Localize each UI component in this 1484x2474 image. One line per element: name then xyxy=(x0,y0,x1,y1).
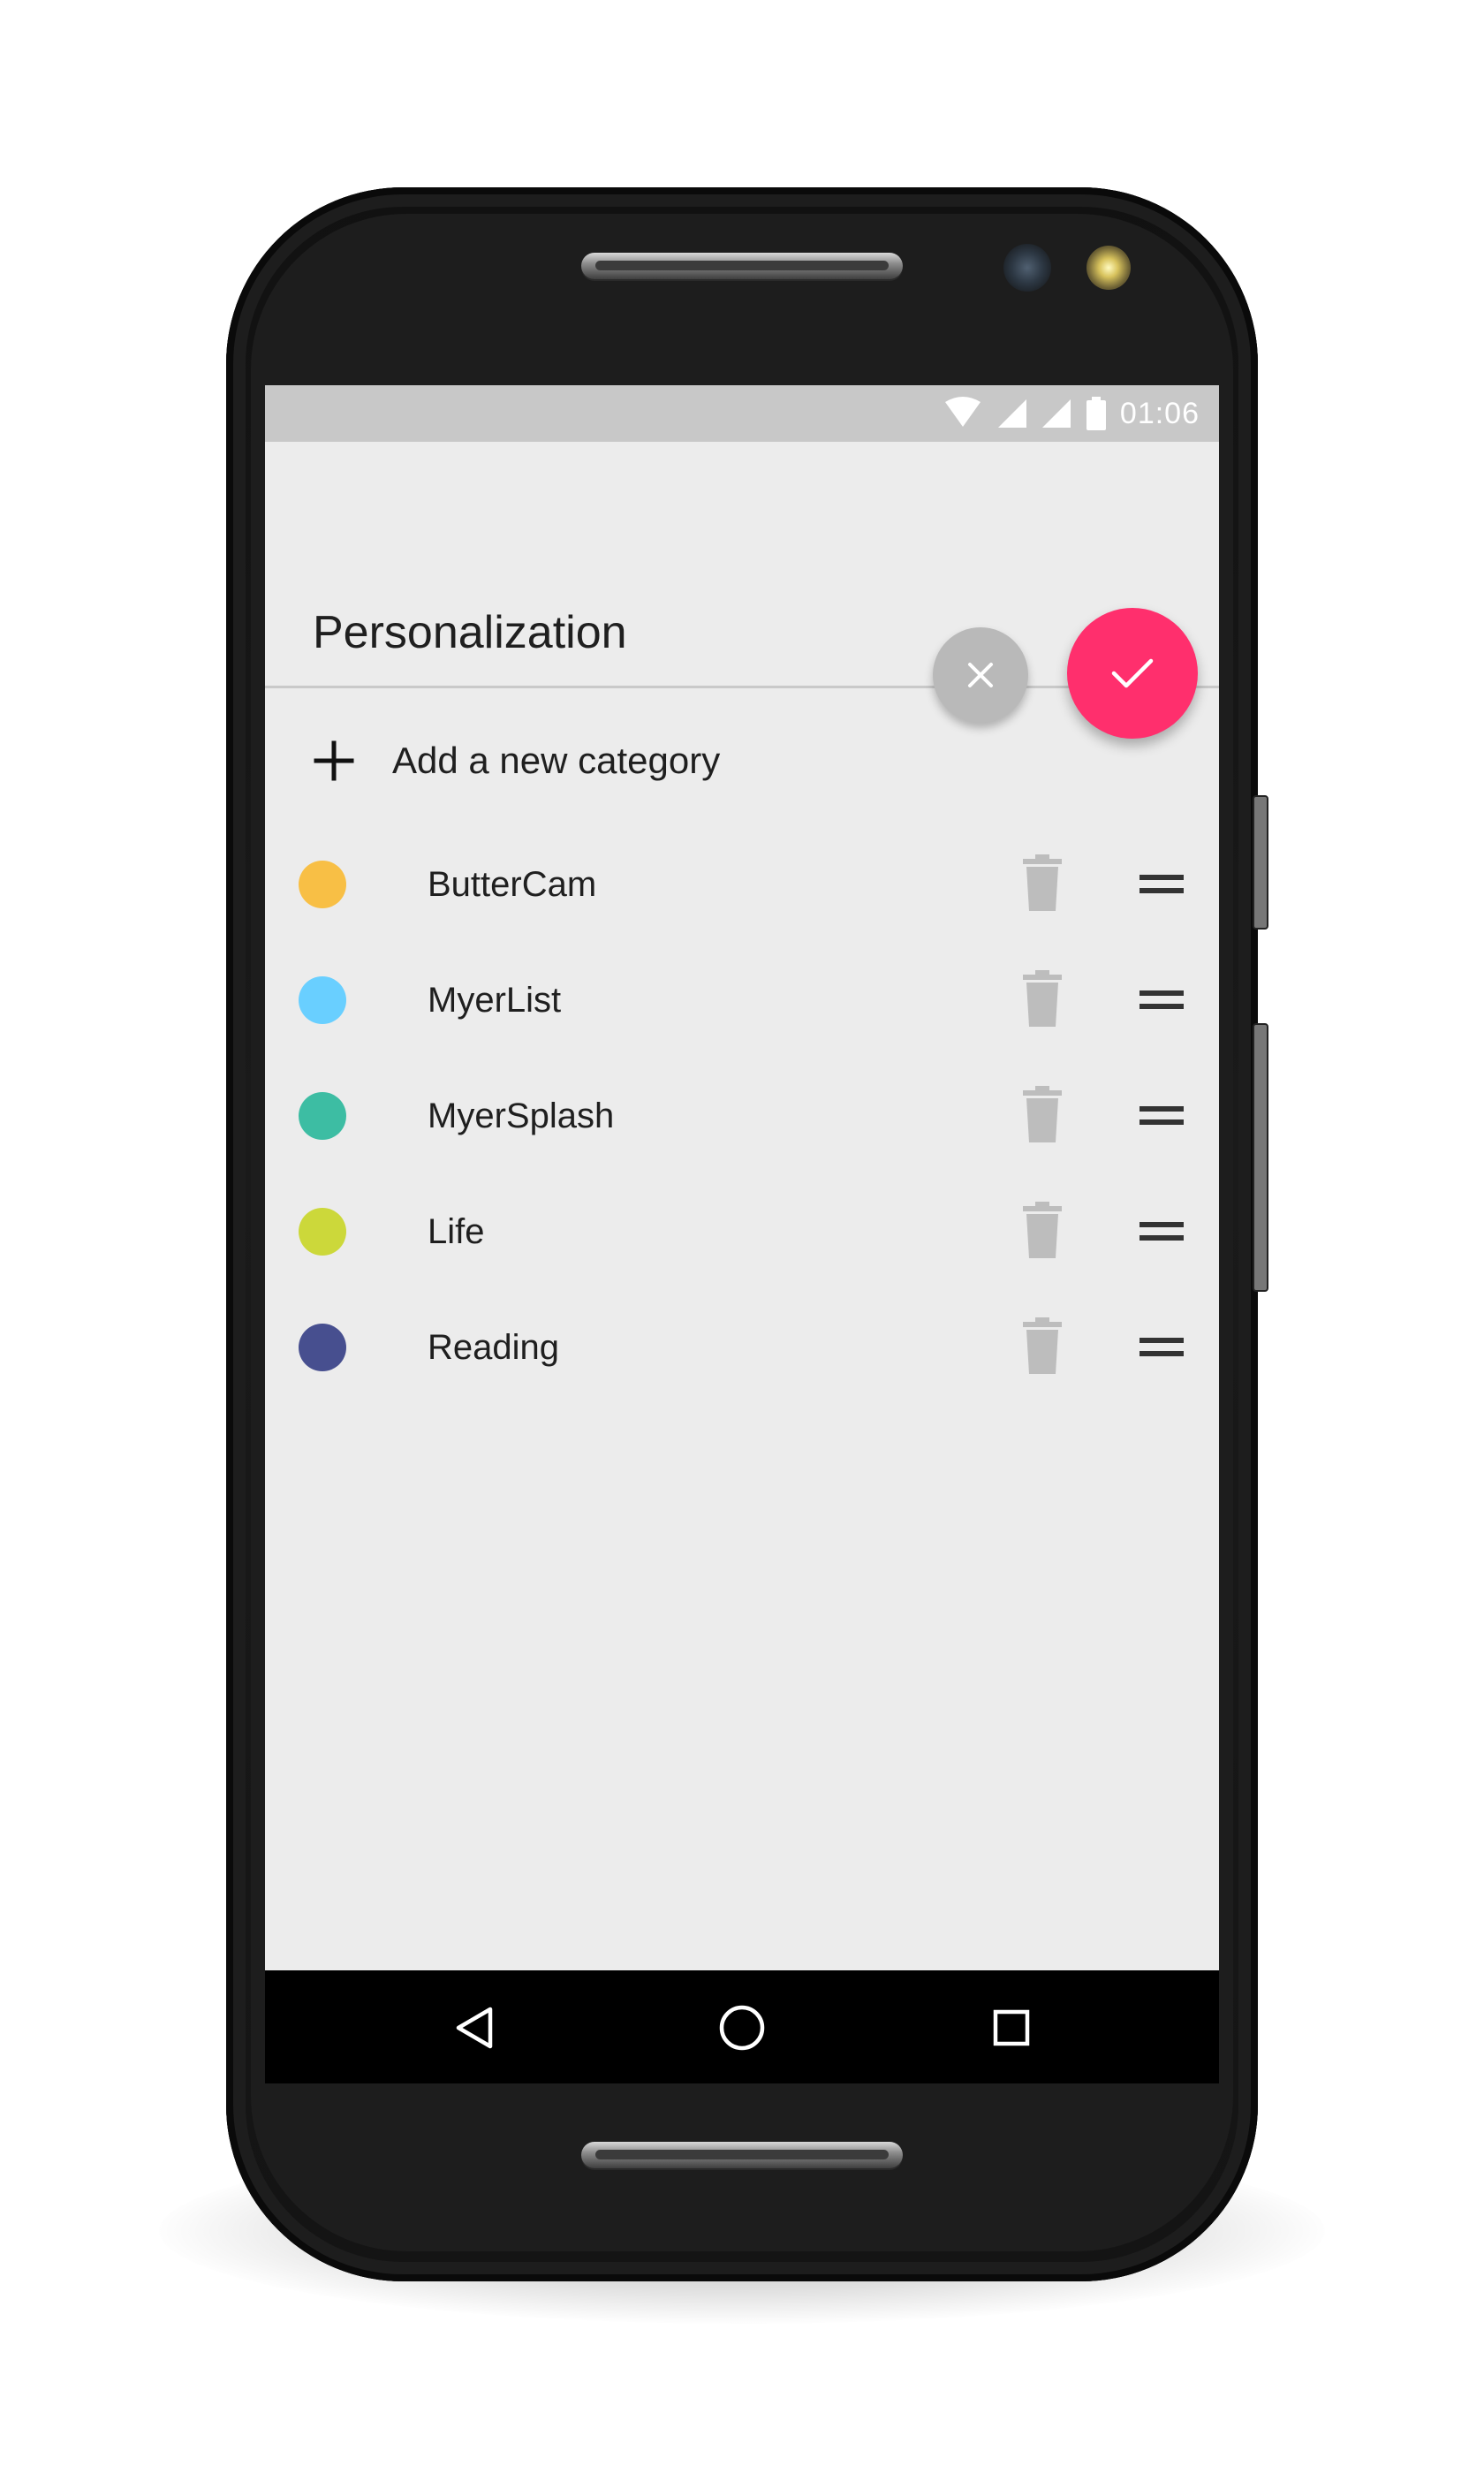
category-color-dot xyxy=(299,1092,346,1140)
status-icons: 01:06 xyxy=(942,392,1200,435)
top-speaker-grille xyxy=(595,261,889,270)
category-row[interactable]: MyerList xyxy=(265,943,1219,1059)
drag-handle-icon xyxy=(1140,990,1184,1009)
recents-icon xyxy=(993,2009,1030,2046)
volume-button xyxy=(1253,795,1268,930)
navigation-bar xyxy=(265,1970,1219,2083)
signal-icon xyxy=(997,399,1026,428)
bottom-speaker-grille xyxy=(595,2150,889,2159)
category-row[interactable]: Reading xyxy=(265,1290,1219,1406)
category-label: MyerSplash xyxy=(428,1097,615,1135)
status-time: 01:06 xyxy=(1119,397,1200,430)
confirm-button[interactable] xyxy=(1067,608,1198,739)
back-icon xyxy=(456,2007,493,2049)
delete-category-button[interactable] xyxy=(1019,1316,1065,1376)
close-icon xyxy=(968,663,993,687)
category-label: ButterCam xyxy=(428,865,597,904)
home-icon xyxy=(719,2005,765,2051)
category-color-dot xyxy=(299,1208,346,1256)
page-title: Personalization xyxy=(313,607,627,658)
category-color-dot xyxy=(299,1324,346,1371)
status-bar: 01:06 xyxy=(265,385,1219,442)
home-button[interactable] xyxy=(715,2000,769,2055)
add-category-label: Add a new category xyxy=(392,740,721,781)
check-icon xyxy=(1111,658,1154,688)
battery-icon xyxy=(1086,397,1106,430)
drag-handle-button[interactable] xyxy=(1136,1213,1187,1250)
category-list: ButterCam MyerList MyerSplash Life Readi… xyxy=(265,827,1219,1406)
category-row[interactable]: Life xyxy=(265,1174,1219,1290)
drag-handle-button[interactable] xyxy=(1136,866,1187,903)
drag-handle-icon xyxy=(1140,1338,1184,1356)
drag-handle-icon xyxy=(1140,875,1184,893)
delete-category-button[interactable] xyxy=(1019,1200,1065,1260)
plus-icon xyxy=(314,740,354,781)
delete-category-button[interactable] xyxy=(1019,853,1065,913)
device-mockup: 01:06 Personalization Add a new category xyxy=(0,0,1484,2474)
trash-icon xyxy=(1023,1202,1062,1258)
category-label: Life xyxy=(428,1212,485,1251)
signal-icon xyxy=(1041,399,1071,428)
trash-icon xyxy=(1023,1086,1062,1142)
recents-button[interactable] xyxy=(984,2000,1039,2055)
category-label: Reading xyxy=(428,1328,560,1367)
trash-icon xyxy=(1023,1317,1062,1374)
power-button xyxy=(1253,1023,1268,1292)
trash-icon xyxy=(1023,854,1062,911)
drag-handle-button[interactable] xyxy=(1136,982,1187,1019)
category-color-dot xyxy=(299,861,346,908)
drag-handle-icon xyxy=(1140,1222,1184,1241)
bottom-speaker xyxy=(581,2142,903,2168)
cancel-button[interactable] xyxy=(933,627,1028,723)
add-category-row[interactable]: Add a new category xyxy=(313,721,984,801)
category-label: MyerList xyxy=(428,981,562,1020)
front-camera xyxy=(1003,244,1051,292)
category-row[interactable]: MyerSplash xyxy=(265,1059,1219,1174)
trash-icon xyxy=(1023,970,1062,1027)
drag-handle-icon xyxy=(1140,1106,1184,1125)
delete-category-button[interactable] xyxy=(1019,1084,1065,1144)
app-screen: 01:06 Personalization Add a new category xyxy=(265,385,1219,2083)
front-flash xyxy=(1086,246,1131,290)
delete-category-button[interactable] xyxy=(1019,968,1065,1028)
drag-handle-button[interactable] xyxy=(1136,1329,1187,1366)
top-speaker xyxy=(581,253,903,279)
category-color-dot xyxy=(299,976,346,1024)
wifi-icon xyxy=(944,397,980,427)
drag-handle-button[interactable] xyxy=(1136,1097,1187,1135)
back-button[interactable] xyxy=(447,2000,502,2055)
category-row[interactable]: ButterCam xyxy=(265,827,1219,943)
